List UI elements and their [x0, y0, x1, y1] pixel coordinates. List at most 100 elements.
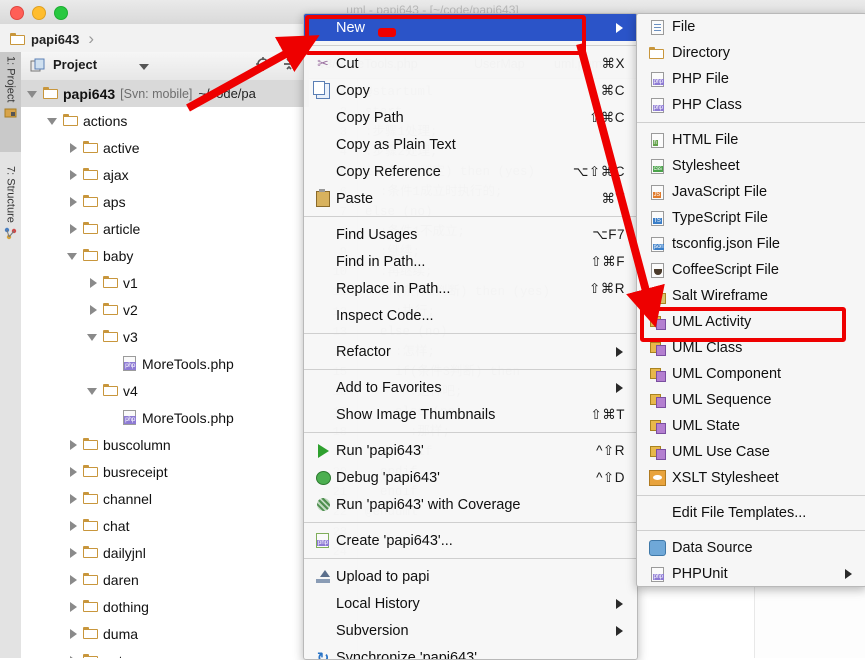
context-menu-item[interactable]: Paste⌘V: [304, 185, 637, 212]
chevron-right-icon[interactable]: [67, 520, 79, 532]
tree-row[interactable]: v3: [21, 323, 309, 350]
new-submenu-item[interactable]: UML Use Case: [637, 439, 865, 465]
chevron-down-icon[interactable]: [87, 385, 99, 397]
tree-row[interactable]: papi643[Svn: mobile]~/code/pa: [21, 80, 309, 107]
menu-item-icon: h: [646, 133, 668, 148]
tree-row[interactable]: article: [21, 215, 309, 242]
context-menu-item[interactable]: Find in Path...⇧⌘F: [304, 248, 637, 275]
context-menu-item[interactable]: Find Usages⌥F7: [304, 221, 637, 248]
tree-row[interactable]: baby: [21, 242, 309, 269]
context-menu-item[interactable]: Copy⌘C: [304, 77, 637, 104]
new-submenu-item[interactable]: phpPHP File: [637, 66, 865, 92]
menu-item-shortcut: ⌘C: [601, 83, 625, 99]
context-menu-item[interactable]: Copy as Plain Text: [304, 131, 637, 158]
context-menu-item[interactable]: ✂Cut⌘X: [304, 50, 637, 77]
context-menu-item[interactable]: Inspect Code...: [304, 302, 637, 329]
chevron-right-icon[interactable]: [67, 169, 79, 181]
sidebar-item-structure[interactable]: 7: Structure: [0, 162, 21, 282]
css-icon: css: [651, 159, 664, 174]
new-submenu-item[interactable]: UML Activity: [637, 309, 865, 335]
chevron-right-icon[interactable]: [67, 655, 79, 659]
new-submenu-item[interactable]: Salt Wireframe: [637, 283, 865, 309]
tree-row[interactable]: dothing: [21, 593, 309, 620]
chevron-right-icon[interactable]: [67, 628, 79, 640]
new-submenu[interactable]: File Directory phpPHP FilephpPHP Class hHTM…: [636, 13, 865, 587]
tree-row[interactable]: chat: [21, 512, 309, 539]
project-tree[interactable]: papi643[Svn: mobile]~/code/paactionsacti…: [21, 80, 309, 658]
chevron-right-icon[interactable]: [67, 223, 79, 235]
tree-row[interactable]: channel: [21, 485, 309, 512]
tree-row[interactable]: busreceipt: [21, 458, 309, 485]
sidebar-item-project[interactable]: 1: Project: [0, 52, 21, 152]
new-submenu-item[interactable]: TSTypeScript File: [637, 205, 865, 231]
new-submenu-item[interactable]: Data Source: [637, 535, 865, 561]
new-submenu-item[interactable]: UML Class: [637, 335, 865, 361]
context-menu-item[interactable]: Upload to papi: [304, 563, 637, 590]
new-submenu-item[interactable]: phpPHP Class: [637, 92, 865, 118]
new-submenu-item[interactable]: File: [637, 14, 865, 40]
new-submenu-item[interactable]: XSLT Stylesheet: [637, 465, 865, 491]
chevron-right-icon[interactable]: [67, 196, 79, 208]
chevron-down-icon[interactable]: [27, 88, 39, 100]
new-submenu-item-label: Directory: [672, 45, 730, 61]
context-menu[interactable]: New ✂Cut⌘XCopy⌘CCopy Path⇧⌘CCopy as Plain…: [303, 13, 638, 660]
chevron-down-icon[interactable]: [139, 64, 149, 70]
chevron-right-icon[interactable]: [87, 304, 99, 316]
tree-row[interactable]: actions: [21, 107, 309, 134]
tree-row[interactable]: ajax: [21, 161, 309, 188]
new-submenu-item[interactable]: UML Sequence: [637, 387, 865, 413]
target-icon[interactable]: [255, 56, 271, 77]
chevron-down-icon[interactable]: [47, 115, 59, 127]
new-submenu-item[interactable]: Directory: [637, 40, 865, 66]
context-menu-item[interactable]: Run 'papi643'^⇧R: [304, 437, 637, 464]
context-menu-item[interactable]: Local History: [304, 590, 637, 617]
context-menu-item[interactable]: Create 'papi643'...: [304, 527, 637, 554]
new-submenu-item-label: JavaScript File: [672, 184, 767, 200]
chevron-right-icon[interactable]: [67, 493, 79, 505]
tool-tab-label: 1: Project: [5, 56, 17, 102]
context-menu-item[interactable]: New: [304, 14, 637, 41]
chevron-down-icon[interactable]: [67, 250, 79, 262]
context-menu-item[interactable]: Replace in Path...⇧⌘R: [304, 275, 637, 302]
chevron-down-icon[interactable]: [87, 331, 99, 343]
chevron-right-icon[interactable]: [67, 466, 79, 478]
tree-row[interactable]: buscolumn: [21, 431, 309, 458]
tree-row[interactable]: eat: [21, 647, 309, 658]
new-submenu-item[interactable]: hHTML File: [637, 127, 865, 153]
tree-row[interactable]: duma: [21, 620, 309, 647]
tree-row[interactable]: MoreTools.php: [21, 350, 309, 377]
context-menu-item[interactable]: Refactor: [304, 338, 637, 365]
tree-row[interactable]: aps: [21, 188, 309, 215]
collapse-all-icon[interactable]: [281, 56, 297, 77]
chevron-right-icon[interactable]: [67, 601, 79, 613]
new-submenu-item[interactable]: phpPHPUnit: [637, 561, 865, 587]
context-menu-item[interactable]: Run 'papi643' with Coverage: [304, 491, 637, 518]
tree-row[interactable]: v4: [21, 377, 309, 404]
tree-row[interactable]: active: [21, 134, 309, 161]
context-menu-item[interactable]: Copy Reference⌥⇧⌘C: [304, 158, 637, 185]
new-submenu-item[interactable]: JSJavaScript File: [637, 179, 865, 205]
chevron-right-icon[interactable]: [67, 574, 79, 586]
chevron-right-icon[interactable]: [87, 277, 99, 289]
tree-row[interactable]: v1: [21, 269, 309, 296]
chevron-right-icon[interactable]: [67, 439, 79, 451]
tree-row[interactable]: v2: [21, 296, 309, 323]
context-menu-item[interactable]: Subversion: [304, 617, 637, 644]
new-submenu-item[interactable]: jsontsconfig.json File: [637, 231, 865, 257]
context-menu-item[interactable]: Show Image Thumbnails⇧⌘T: [304, 401, 637, 428]
chevron-right-icon[interactable]: [67, 142, 79, 154]
new-submenu-item[interactable]: cssStylesheet: [637, 153, 865, 179]
breadcrumb-root[interactable]: papi643: [31, 32, 79, 47]
new-submenu-item[interactable]: UML Component: [637, 361, 865, 387]
chevron-right-icon[interactable]: [67, 547, 79, 559]
new-submenu-item[interactable]: CoffeeScript File: [637, 257, 865, 283]
tree-row[interactable]: dailyjnl: [21, 539, 309, 566]
context-menu-item[interactable]: Add to Favorites: [304, 374, 637, 401]
tree-row[interactable]: MoreTools.php: [21, 404, 309, 431]
breadcrumb[interactable]: papi643 ›: [10, 29, 94, 49]
tree-row[interactable]: daren: [21, 566, 309, 593]
new-submenu-item[interactable]: Edit File Templates...: [637, 500, 865, 526]
context-menu-item[interactable]: Copy Path⇧⌘C: [304, 104, 637, 131]
new-submenu-item[interactable]: UML State: [637, 413, 865, 439]
context-menu-item[interactable]: Debug 'papi643'^⇧D: [304, 464, 637, 491]
